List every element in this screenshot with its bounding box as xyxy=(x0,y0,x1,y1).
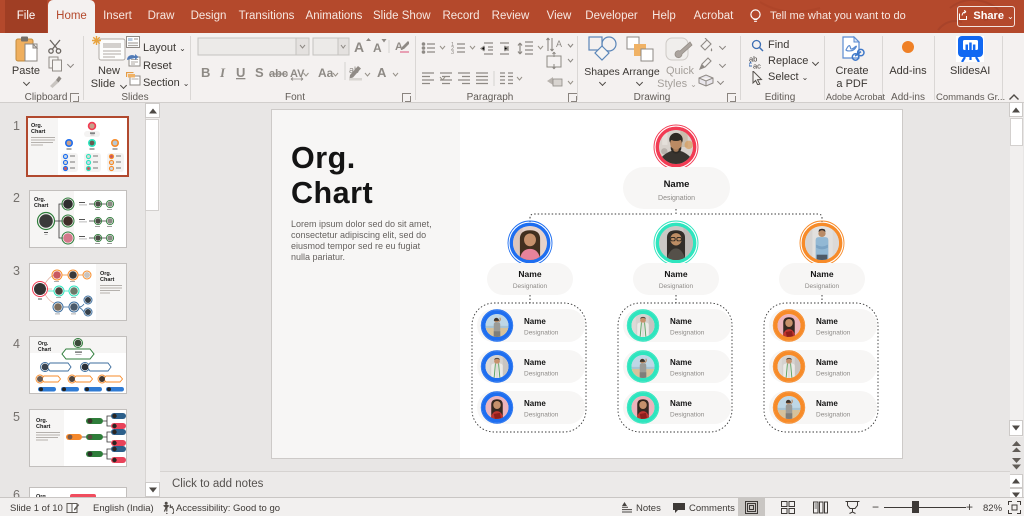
svg-text:Designation: Designation xyxy=(513,283,548,290)
svg-text:Designation: Designation xyxy=(816,412,851,419)
svg-text:ac: ac xyxy=(753,62,761,70)
svg-text:Chart: Chart xyxy=(31,129,46,135)
svg-text:A: A xyxy=(377,65,387,80)
svg-text:Aa: Aa xyxy=(318,66,334,80)
svg-text:Designation: Designation xyxy=(659,283,694,290)
svg-text:Name: Name xyxy=(670,317,692,326)
svg-text:Name: Name xyxy=(664,269,687,279)
svg-text:Designation: Designation xyxy=(670,330,705,337)
svg-text:Name: Name xyxy=(524,317,546,326)
svg-text:Lorem ipsum dolor sed do sit a: Lorem ipsum dolor sed do sit amet, xyxy=(291,219,432,229)
svg-text:Name: Name xyxy=(816,317,838,326)
svg-text:Designation: Designation xyxy=(524,330,559,337)
svg-text:Designation: Designation xyxy=(816,371,851,378)
svg-text:Name: Name xyxy=(664,179,690,190)
svg-text:Name: Name xyxy=(518,269,541,279)
svg-text:A: A xyxy=(556,39,562,49)
svg-text:Name: Name xyxy=(816,399,838,408)
svg-text:Designation: Designation xyxy=(658,195,695,202)
svg-text:Chart: Chart xyxy=(38,347,51,353)
svg-text:Name: Name xyxy=(670,358,692,367)
svg-text:S: S xyxy=(255,65,264,80)
svg-text:Designation: Designation xyxy=(670,412,705,419)
svg-text:consectetur adipiscing elit, s: consectetur adipiscing elit, sed do xyxy=(291,230,426,240)
svg-text:Name: Name xyxy=(524,399,546,408)
svg-text:Name: Name xyxy=(524,358,546,367)
svg-text:A: A xyxy=(354,39,364,55)
svg-text:Name: Name xyxy=(816,358,838,367)
svg-text:U: U xyxy=(236,65,245,80)
svg-text:Chart: Chart xyxy=(34,203,49,209)
svg-text:A: A xyxy=(373,41,382,55)
svg-text:Designation: Designation xyxy=(816,330,851,337)
svg-text:3: 3 xyxy=(451,50,454,56)
svg-text:abc: abc xyxy=(269,68,288,80)
svg-text:Chart: Chart xyxy=(36,424,51,430)
svg-text:Org.: Org. xyxy=(291,141,356,175)
svg-text:Designation: Designation xyxy=(524,412,559,419)
svg-text:Designation: Designation xyxy=(524,371,559,378)
svg-text:Name: Name xyxy=(810,269,833,279)
svg-text:Designation: Designation xyxy=(670,371,705,378)
svg-text:Chart: Chart xyxy=(291,176,373,210)
svg-text:Chart: Chart xyxy=(100,277,115,283)
svg-text:eiusmod tempor sed re eu fugia: eiusmod tempor sed re eu fugiat xyxy=(291,241,421,251)
svg-text:Designation: Designation xyxy=(805,283,840,290)
svg-text:Name: Name xyxy=(670,399,692,408)
svg-text:B: B xyxy=(201,65,210,80)
svg-text:nulla pariatur.: nulla pariatur. xyxy=(291,252,345,262)
svg-text:I: I xyxy=(219,65,226,80)
